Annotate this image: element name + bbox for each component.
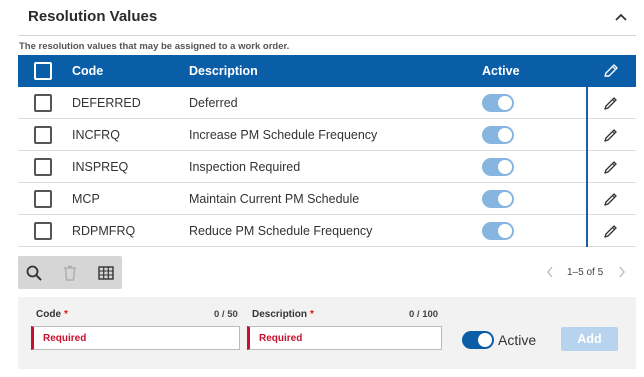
select-all-checkbox[interactable] xyxy=(34,62,52,80)
header-divider xyxy=(18,35,636,36)
row-description: Maintain Current PM Schedule xyxy=(189,192,360,206)
row-description: Increase PM Schedule Frequency xyxy=(189,128,378,142)
resolution-values-grid: Code Description Active DEFERRED Deferre… xyxy=(18,55,636,247)
grid-toolbar xyxy=(18,256,122,289)
description-char-count: 0 / 100 xyxy=(409,309,439,320)
row-description: Deferred xyxy=(189,96,238,110)
active-toggle[interactable] xyxy=(482,158,514,176)
edit-column-divider xyxy=(586,151,588,183)
edit-column-divider xyxy=(586,119,588,151)
section-description: The resolution values that may be assign… xyxy=(19,41,290,52)
chevron-up-icon[interactable] xyxy=(612,9,630,25)
edit-column-divider xyxy=(586,215,588,247)
code-field[interactable]: Required xyxy=(31,326,240,350)
page-info: 1–5 of 5 xyxy=(567,267,604,278)
row-code: INSPREQ xyxy=(72,160,129,174)
active-toggle[interactable] xyxy=(482,190,514,208)
row-description: Inspection Required xyxy=(189,160,301,174)
search-icon[interactable] xyxy=(25,264,43,282)
pencil-icon[interactable] xyxy=(603,159,619,175)
add-button[interactable]: Add xyxy=(561,327,618,351)
edit-column-divider xyxy=(586,87,588,119)
description-field[interactable]: Required xyxy=(247,326,442,350)
row-code: INCFRQ xyxy=(72,128,120,142)
row-code: RDPMFRQ xyxy=(72,224,136,238)
table-row[interactable]: MCP Maintain Current PM Schedule xyxy=(18,183,636,215)
edit-all-icon[interactable] xyxy=(602,63,620,79)
pencil-icon[interactable] xyxy=(603,95,619,111)
column-header-active[interactable]: Active xyxy=(482,64,520,78)
trash-icon[interactable] xyxy=(61,264,79,282)
active-toggle[interactable] xyxy=(482,126,514,144)
pencil-icon[interactable] xyxy=(603,223,619,239)
columns-icon[interactable] xyxy=(97,264,115,282)
active-toggle[interactable] xyxy=(462,331,494,349)
grid-header: Code Description Active xyxy=(18,55,636,87)
table-row[interactable]: RDPMFRQ Reduce PM Schedule Frequency xyxy=(18,215,636,247)
table-row[interactable]: INSPREQ Inspection Required xyxy=(18,151,636,183)
pencil-icon[interactable] xyxy=(603,191,619,207)
row-checkbox[interactable] xyxy=(34,222,52,240)
active-label: Active xyxy=(498,332,537,348)
row-description: Reduce PM Schedule Frequency xyxy=(189,224,373,238)
row-checkbox[interactable] xyxy=(34,158,52,176)
row-checkbox[interactable] xyxy=(34,126,52,144)
table-row[interactable]: DEFERRED Deferred xyxy=(18,87,636,119)
row-code: MCP xyxy=(72,192,100,206)
active-toggle[interactable] xyxy=(482,94,514,112)
pencil-icon[interactable] xyxy=(603,127,619,143)
column-header-description[interactable]: Description xyxy=(189,64,258,78)
row-checkbox[interactable] xyxy=(34,190,52,208)
active-toggle[interactable] xyxy=(482,222,514,240)
chevron-right-icon[interactable] xyxy=(617,265,627,279)
description-label: Description * xyxy=(252,309,314,320)
table-row[interactable]: INCFRQ Increase PM Schedule Frequency xyxy=(18,119,636,151)
section-header: Resolution Values xyxy=(0,0,644,36)
edit-column-divider xyxy=(586,183,588,215)
section-title: Resolution Values xyxy=(28,8,158,25)
column-header-code[interactable]: Code xyxy=(72,64,103,78)
add-resolution-form: Code * 0 / 50 Required Description * 0 / 1… xyxy=(18,297,636,369)
chevron-left-icon[interactable] xyxy=(545,265,555,279)
row-checkbox[interactable] xyxy=(34,94,52,112)
code-label: Code * xyxy=(36,309,68,320)
code-char-count: 0 / 50 xyxy=(214,309,238,320)
row-code: DEFERRED xyxy=(72,96,141,110)
